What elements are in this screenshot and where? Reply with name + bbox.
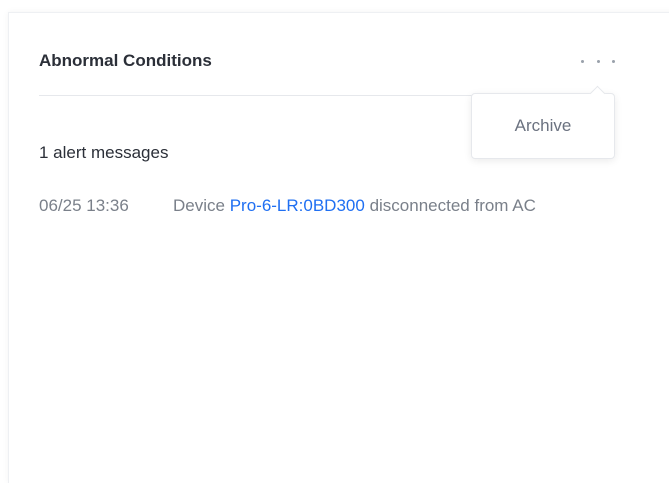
archive-menu-item[interactable]: Archive [472,116,614,136]
alert-message: Device Pro-6-LR:0BD300 disconnected from… [173,194,603,218]
alert-timestamp: 06/25 13:36 [39,196,129,215]
device-link[interactable]: Pro-6-LR:0BD300 [230,196,365,215]
popover-arrow [589,85,606,102]
more-dot [596,59,600,63]
more-dot [581,59,584,63]
alert-suffix: disconnected from AC [369,196,536,215]
card-title: Abnormal Conditions [39,51,212,70]
more-dot [612,59,615,63]
alert-count: 1 alert messages [39,143,169,162]
more-options-icon[interactable] [581,53,615,69]
alert-list-item: 06/25 13:36 Device Pro-6-LR:0BD300 disco… [39,194,609,218]
alert-prefix: Device [173,196,225,215]
more-options-menu: Archive [471,85,615,159]
abnormal-conditions-card: Abnormal Conditions Archive 1 alert mess… [8,12,669,483]
